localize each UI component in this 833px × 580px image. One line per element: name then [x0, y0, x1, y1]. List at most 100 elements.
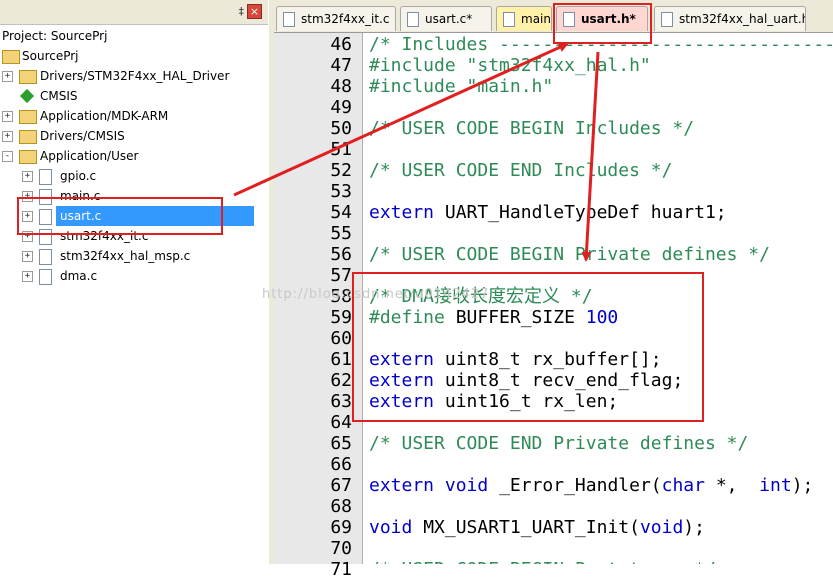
code-line: /* USER CODE END Private defines */ — [369, 433, 748, 454]
code-line: /* USER CODE BEGIN Includes */ — [369, 118, 694, 139]
project-pane-titlebar: ‡ × — [0, 0, 268, 25]
code-token: UART_HandleTypeDef huart1; — [434, 202, 727, 223]
project-title-label: Project: SourcePrj — [2, 29, 108, 43]
line-number: 66 — [330, 454, 352, 475]
code-line: void MX_USART1_UART_Init(void); — [369, 517, 705, 538]
line-number: 46 — [330, 34, 352, 55]
code-line: /* USER CODE BEGIN Private defines */ — [369, 244, 770, 265]
expand-icon[interactable]: + — [2, 131, 13, 142]
close-icon[interactable]: × — [247, 4, 262, 19]
editor-tab[interactable]: usart.c* — [400, 6, 492, 31]
code-line: extern UART_HandleTypeDef huart1; — [369, 202, 727, 223]
code-token: extern — [369, 475, 435, 496]
line-number: 63 — [330, 391, 352, 412]
tree-item-label: gpio.c — [60, 169, 97, 183]
editor-tab-label: stm32f4xx_it.c — [301, 12, 390, 26]
code-token: void — [444, 475, 489, 496]
file-icon — [39, 249, 52, 265]
expand-icon[interactable]: + — [2, 71, 13, 82]
expand-icon[interactable]: + — [22, 271, 33, 282]
code-token: _Error_Handler( — [488, 475, 662, 496]
code-token: int — [759, 475, 792, 496]
editor-tab-label: usart.c* — [425, 12, 473, 26]
editor-tab[interactable]: main.c — [496, 6, 552, 31]
code-token: ); — [791, 475, 814, 496]
collapse-icon[interactable]: - — [2, 151, 13, 162]
file-icon — [407, 12, 419, 27]
folder-icon — [19, 70, 37, 84]
code-line: /* USER CODE END Includes */ — [369, 160, 672, 181]
code-token: MX_USART1_UART_Init( — [412, 517, 640, 538]
expand-icon[interactable]: + — [2, 111, 13, 122]
line-number: 56 — [330, 244, 352, 265]
project-title: Project: SourcePrj — [2, 26, 107, 46]
line-number: 60 — [330, 328, 352, 349]
expand-icon[interactable]: + — [22, 251, 33, 262]
line-number: 57 — [330, 265, 352, 286]
project-pane: ‡ × Project: SourcePrj SourcePrj + Driver… — [0, 0, 269, 564]
line-number: 50 — [330, 118, 352, 139]
code-token: /* USER CODE END Includes */ — [369, 160, 673, 181]
line-number: 71 — [330, 559, 352, 580]
project-root-label: SourcePrj — [22, 49, 79, 63]
code-token: ); — [683, 517, 705, 538]
line-number: 68 — [330, 496, 352, 517]
line-number: 49 — [330, 97, 352, 118]
code-token: /* USER CODE BEGIN Prototypes */ — [369, 559, 716, 564]
editor-tab[interactable]: stm32f4xx_it.c — [276, 6, 396, 31]
line-number: 61 — [330, 349, 352, 370]
annotation-box-usart-h-tab — [553, 3, 652, 44]
line-number: 70 — [330, 538, 352, 559]
tree-item-label: Drivers/STM32F4xx_HAL_Driver — [40, 69, 230, 83]
code-token: *, — [704, 475, 760, 496]
file-icon — [39, 169, 52, 185]
line-number: 65 — [330, 433, 352, 454]
code-token: #include "stm32f4xx_hal.h" — [369, 55, 651, 76]
file-icon — [503, 12, 515, 27]
line-number: 48 — [330, 76, 352, 97]
line-number: 47 — [330, 55, 352, 76]
tree-item-label: Drivers/CMSIS — [40, 129, 125, 143]
line-number: 54 — [330, 202, 352, 223]
tree-item-label: CMSIS — [40, 89, 78, 103]
line-number: 67 — [330, 475, 352, 496]
code-line: #include "main.h" — [369, 76, 553, 97]
code-token: /* USER CODE BEGIN Includes */ — [369, 118, 695, 139]
folder-icon — [19, 150, 37, 164]
code-line: /* USER CODE BEGIN Prototypes */ — [369, 559, 716, 564]
line-number: 52 — [330, 160, 352, 181]
pin-icon[interactable]: ‡ — [239, 5, 245, 18]
tree-item-label: Application/MDK-ARM — [40, 109, 169, 123]
tree-item-label: Application/User — [40, 149, 139, 163]
component-icon — [19, 88, 35, 104]
line-number: 59 — [330, 307, 352, 328]
code-token: extern — [369, 202, 435, 223]
expand-icon[interactable]: + — [22, 171, 33, 182]
line-number: 55 — [330, 223, 352, 244]
project-folder-icon — [2, 50, 20, 64]
folder-icon — [19, 130, 37, 144]
code-token: void — [369, 517, 413, 538]
tree-item-label: dma.c — [60, 269, 98, 283]
file-icon — [283, 12, 295, 27]
code-token: char — [661, 475, 705, 496]
code-token: #include "main.h" — [369, 76, 554, 97]
folder-icon — [19, 110, 37, 124]
code-token: /* USER CODE BEGIN Private defines */ — [369, 244, 770, 265]
code-token: /* USER CODE END Private defines */ — [369, 433, 749, 454]
line-number: 53 — [330, 181, 352, 202]
file-icon — [39, 269, 52, 285]
code-line: #include "stm32f4xx_hal.h" — [369, 55, 651, 76]
line-number: 51 — [330, 139, 352, 160]
editor-tab-label: stm32f4xx_hal_uart.h — [679, 12, 806, 26]
tree-item-label: stm32f4xx_hal_msp.c — [60, 249, 191, 263]
editor-tab-label: main.c — [521, 12, 551, 26]
line-number: 69 — [330, 517, 352, 538]
editor-tab[interactable]: stm32f4xx_hal_uart.h — [654, 6, 806, 31]
line-number: 62 — [330, 370, 352, 391]
line-number: 64 — [330, 412, 352, 433]
annotation-box-code-block — [352, 272, 704, 422]
code-token: void — [639, 517, 684, 538]
annotation-box-usart-c — [17, 197, 223, 235]
